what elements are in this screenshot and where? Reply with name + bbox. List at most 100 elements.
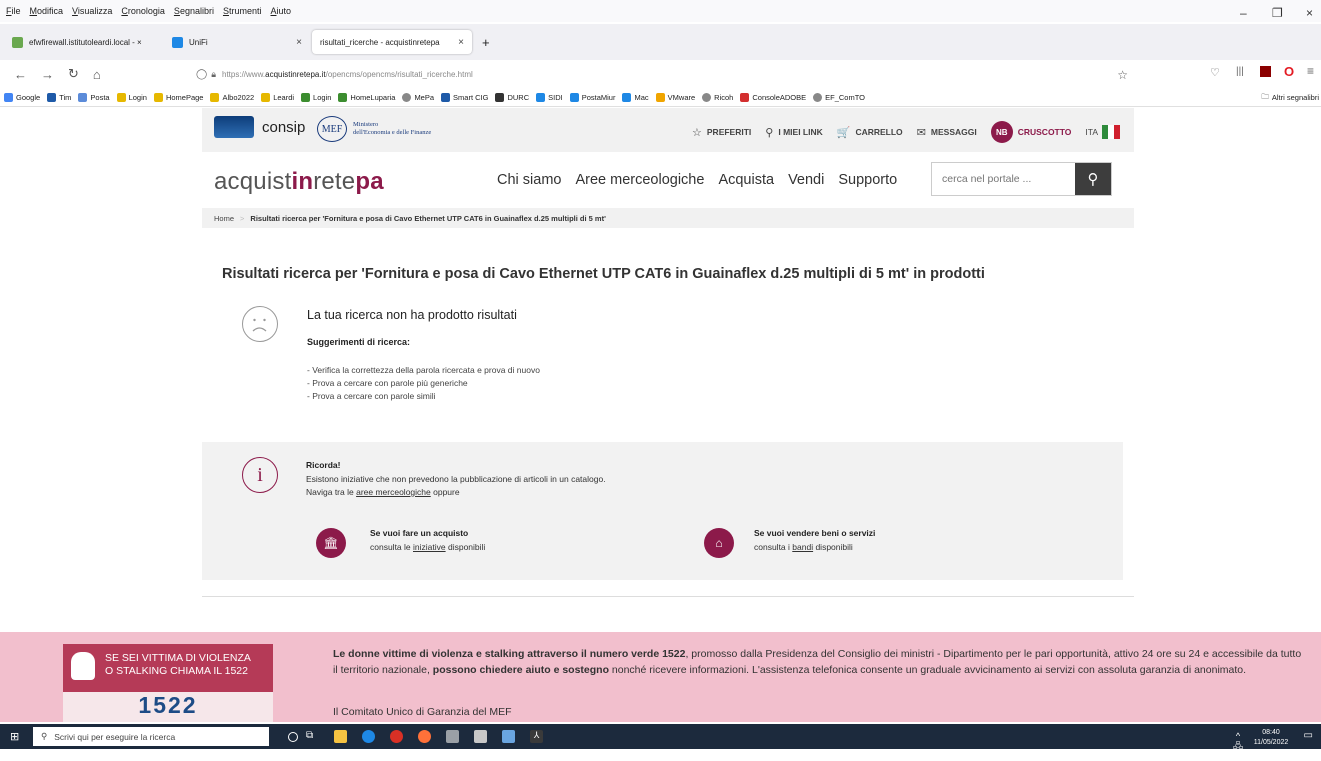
mail-icon: ✉	[916, 126, 926, 139]
bookmark-item[interactable]: Albo2022	[210, 92, 254, 102]
aree-merceologiche-link[interactable]: aree merceologiche	[356, 487, 431, 497]
bookmark-star-icon[interactable]: ☆	[1117, 68, 1128, 82]
footer-banner: SE SEI VITTIMA DI VIOLENZA O STALKING CH…	[0, 632, 1321, 722]
menu-modifica[interactable]: Modifica	[30, 6, 64, 16]
nav-aree-merceologiche[interactable]: Aree merceologiche	[575, 172, 704, 188]
bookmark-item[interactable]: EF_ComTO	[813, 92, 866, 102]
cruscotto-link[interactable]: NB CRUSCOTTO	[990, 121, 1071, 143]
reload-icon[interactable]: ↻	[68, 66, 79, 82]
bookmark-item[interactable]: HomePage	[153, 92, 204, 102]
search-button[interactable]: ⚲	[1075, 163, 1111, 195]
bookmark-item[interactable]: Mac	[622, 92, 649, 102]
reminder-title: Ricorda!	[306, 460, 341, 470]
miei-link-link[interactable]: ⚲ I MIEI LINK	[765, 126, 822, 139]
nav-vendi[interactable]: Vendi	[788, 172, 824, 188]
taskbar-search[interactable]: ⚲ Scrivi qui per eseguire la ricerca	[33, 727, 269, 746]
bookmark-item[interactable]: Smart CIG	[441, 92, 488, 102]
calculator-icon[interactable]	[474, 730, 487, 743]
tab-risultati[interactable]: risultati_ricerche - acquistinretepa ×	[312, 30, 472, 54]
bookmark-item[interactable]: SIDI	[536, 92, 563, 102]
bandi-link[interactable]: bandi	[792, 542, 813, 552]
url-bar[interactable]: ◯ 🔒︎ https://www. acquistinretepa.it/open…	[196, 64, 1128, 85]
carrello-link[interactable]: 🛒 CARRELLO	[837, 126, 903, 139]
home-icon[interactable]: ⌂	[93, 67, 101, 82]
bookmark-item[interactable]: Posta	[78, 92, 110, 102]
app-icon[interactable]	[446, 730, 459, 743]
edge-icon[interactable]	[362, 730, 375, 743]
nav-acquista[interactable]: Acquista	[718, 172, 774, 188]
windows-start-icon[interactable]: ⊞	[10, 730, 23, 743]
explorer-icon[interactable]	[334, 730, 347, 743]
bookmark-item[interactable]: Tim	[47, 92, 71, 102]
menu-visualizza[interactable]: Visualizza	[72, 6, 112, 16]
maximize-icon[interactable]: ❐	[1272, 6, 1283, 20]
bookmark-item[interactable]: Leardi	[261, 92, 295, 102]
bookmark-item[interactable]: Login	[301, 92, 331, 102]
cug-link[interactable]: Il Comitato Unico di Garanzia del MEF	[333, 706, 512, 718]
close-tab-icon[interactable]: ×	[296, 37, 302, 48]
bookmark-item[interactable]: VMware	[655, 92, 695, 102]
clock-date: 11/05/2022	[1253, 739, 1289, 746]
bookmark-item[interactable]: DURC	[495, 92, 530, 102]
close-tab-icon[interactable]: ×	[458, 37, 464, 48]
clock[interactable]: 08:40 11/05/2022	[1251, 728, 1291, 748]
chrome-icon[interactable]	[390, 730, 403, 743]
bookmark-label: EF_ComTO	[825, 92, 866, 102]
violence-banner[interactable]: SE SEI VITTIMA DI VIOLENZA O STALKING CH…	[63, 644, 273, 722]
menu-strumenti[interactable]: Strumenti	[223, 6, 262, 16]
bookmark-item[interactable]: MePa	[402, 92, 434, 102]
bookmark-item[interactable]: PostaMiur	[569, 92, 615, 102]
bookmark-item[interactable]: Ricoh	[702, 92, 733, 102]
breadcrumb-home[interactable]: Home	[214, 214, 234, 223]
link-icon: ⚲	[765, 126, 774, 139]
preferiti-link[interactable]: ☆ PREFERITI	[692, 126, 751, 139]
close-window-icon[interactable]: ×	[1306, 6, 1313, 20]
bookmark-item[interactable]: HomeLuparia	[338, 92, 395, 102]
bookmark-item[interactable]: ConsoleADOBE	[740, 92, 807, 102]
mef-line2: dell'Economia e delle Finanze	[353, 129, 432, 136]
new-tab-button[interactable]: +	[474, 30, 498, 54]
nav-supporto[interactable]: Supporto	[838, 172, 897, 188]
bookmark-item[interactable]: Login	[116, 92, 147, 102]
menu-cronologia[interactable]: Cronologia	[121, 6, 165, 16]
menu-aiuto[interactable]: Aiuto	[271, 6, 292, 16]
page-content: consip MEF Ministero dell'Economia e del…	[0, 108, 1321, 722]
minimize-icon[interactable]: –	[1240, 6, 1247, 20]
tray-icons[interactable]: ^ 🖧 ◁)	[1233, 731, 1243, 761]
bookmark-item[interactable]: Google	[4, 92, 40, 102]
opera-extension-icon[interactable]: O	[1284, 64, 1294, 79]
tab-firewall[interactable]: efwfirewall.istitutoleardi.local - ×	[4, 30, 164, 54]
app-icon[interactable]	[502, 730, 515, 743]
bookmark-label: DURC	[507, 92, 530, 102]
messaggi-link[interactable]: ✉ MESSAGGI	[917, 126, 977, 139]
acrobat-icon[interactable]: ⅄	[530, 730, 543, 743]
menu-file[interactable]: File	[6, 6, 21, 16]
consip-logo[interactable]: consip	[214, 116, 305, 138]
other-bookmarks-label: Altri segnalibri	[1271, 92, 1319, 102]
menu-hamburger-icon[interactable]: ≡	[1307, 64, 1314, 78]
nav-chi-siamo[interactable]: Chi siamo	[497, 172, 561, 188]
factory-icon: ⌂	[704, 528, 734, 558]
language-selector[interactable]: ITA	[1085, 125, 1120, 139]
back-icon[interactable]: ←	[14, 67, 27, 82]
tab-unifi[interactable]: UniFi ×	[164, 30, 310, 54]
suggestion-item: - Prova a cercare con parole più generic…	[307, 378, 468, 388]
firefox-icon[interactable]	[418, 730, 431, 743]
bookmark-label: Leardi	[273, 92, 295, 102]
menu-segnalibri[interactable]: Segnalibri	[174, 6, 214, 16]
search-input[interactable]	[932, 163, 1075, 195]
notifications-icon[interactable]: ▭	[1304, 731, 1313, 741]
acquistinretepa-logo[interactable]: acquistinretepa	[214, 168, 384, 196]
iniziative-link[interactable]: iniziative	[413, 542, 446, 552]
mef-logo[interactable]: MEF Ministero dell'Economia e delle Fina…	[317, 116, 431, 142]
forward-icon[interactable]: →	[41, 67, 54, 82]
other-bookmarks[interactable]: 🗀 Altri segnalibri	[1261, 91, 1319, 104]
library-icon[interactable]: |||	[1236, 66, 1244, 77]
cart-icon: 🛒	[836, 126, 851, 139]
pdf-extension-icon[interactable]	[1260, 66, 1271, 77]
task-view-icon[interactable]: ⧉	[306, 730, 319, 743]
bookmark-label: HomePage	[165, 92, 204, 102]
bookmark-label: ConsoleADOBE	[752, 92, 807, 102]
cortana-icon[interactable]	[288, 732, 298, 742]
pocket-icon[interactable]: ♡	[1210, 66, 1220, 79]
